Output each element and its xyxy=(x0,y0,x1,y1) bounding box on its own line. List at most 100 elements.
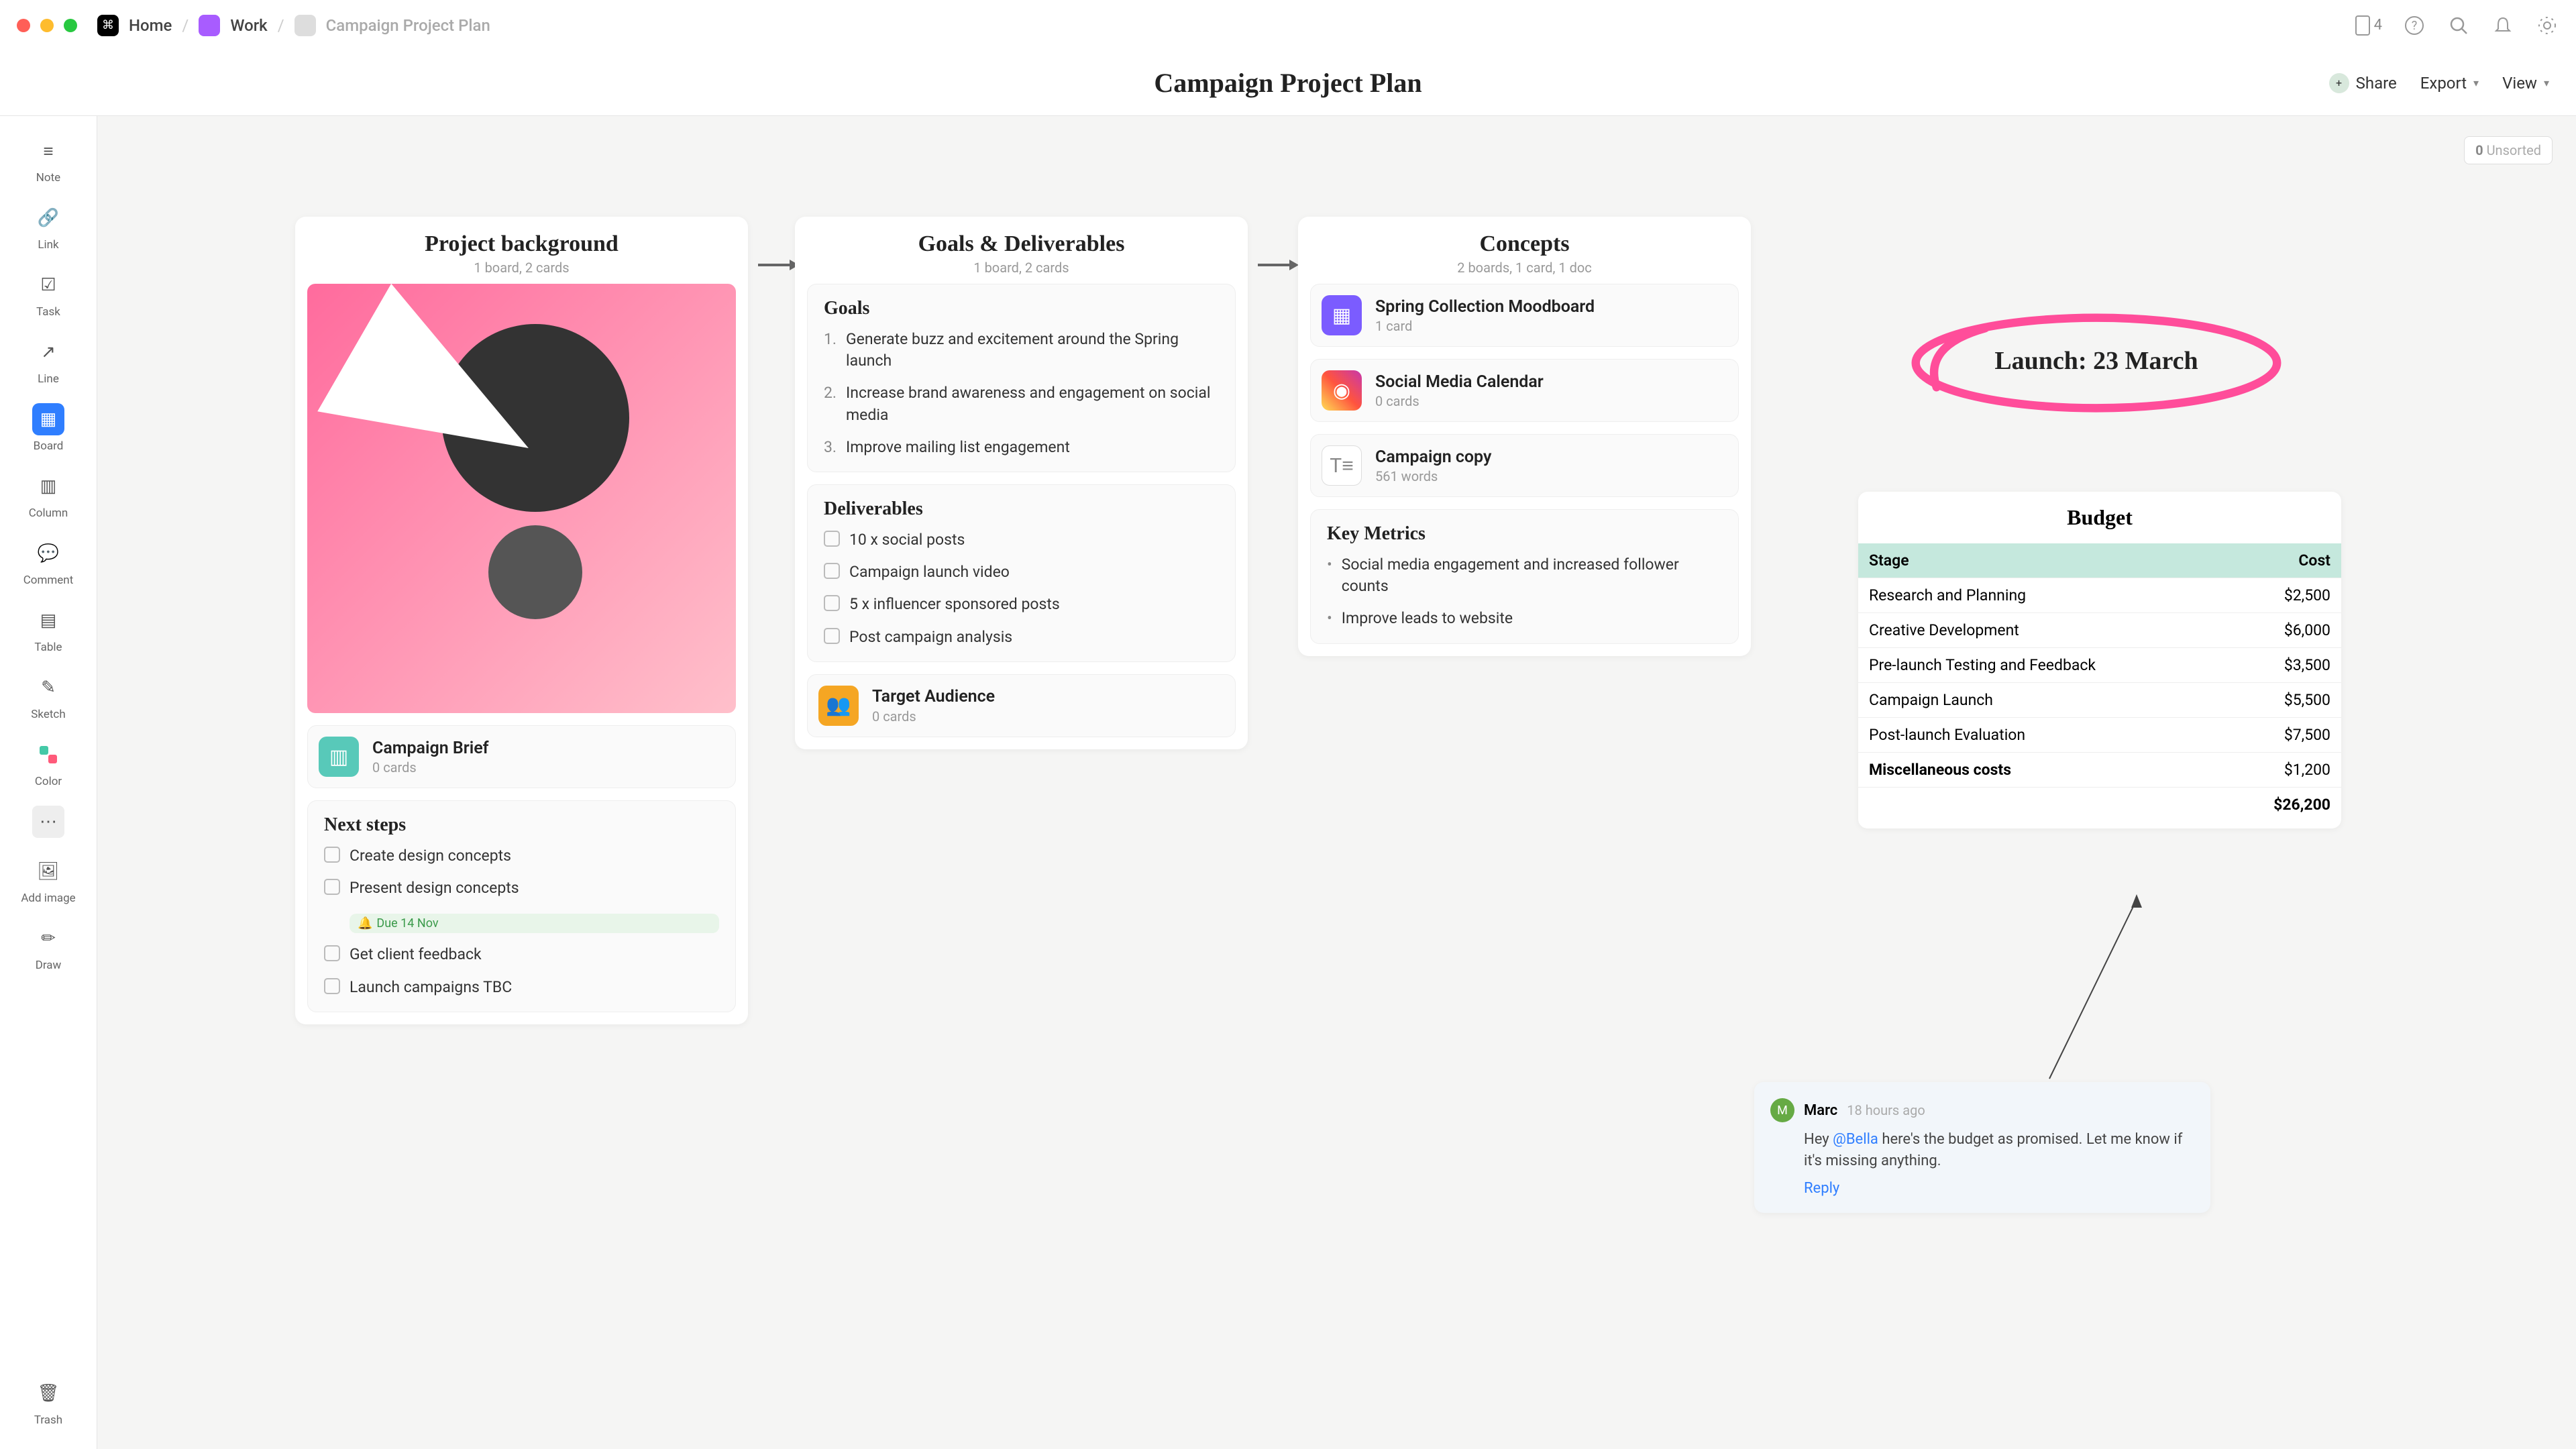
home-icon[interactable]: ⌘ xyxy=(97,15,119,36)
export-button[interactable]: Export▾ xyxy=(2420,74,2479,93)
checkbox-icon[interactable] xyxy=(824,531,840,547)
tool-board[interactable]: ▦Board xyxy=(18,398,78,458)
card-next-steps[interactable]: Next steps Create design concepts Presen… xyxy=(307,800,736,1012)
minimize-window[interactable] xyxy=(40,19,54,32)
task-item[interactable]: Campaign launch video xyxy=(824,561,1219,583)
task-item[interactable]: 5 x influencer sponsored posts xyxy=(824,594,1219,615)
checkbox-icon[interactable] xyxy=(324,847,340,863)
tool-column[interactable]: ▥Column xyxy=(18,465,78,525)
chevron-down-icon: ▾ xyxy=(2544,76,2549,89)
list-item: •Improve leads to website xyxy=(1327,608,1722,629)
table-row[interactable]: Creative Development$6,000 xyxy=(1858,613,2341,648)
search-icon[interactable] xyxy=(2447,13,2471,38)
help-icon[interactable]: ? xyxy=(2402,13,2426,38)
budget-card[interactable]: Budget StageCost Research and Planning$2… xyxy=(1858,492,2341,828)
task-item[interactable]: Post campaign analysis xyxy=(824,627,1219,648)
link-icon: 🔗 xyxy=(32,202,64,234)
image-icon: 🖼 xyxy=(32,855,64,888)
due-badge[interactable]: 🔔 Due 14 Nov xyxy=(350,914,719,933)
budget-title: Budget xyxy=(1858,492,2341,543)
table-row[interactable]: Post-launch Evaluation$7,500 xyxy=(1858,718,2341,753)
tool-note[interactable]: ≡Note xyxy=(18,129,78,190)
table-row[interactable]: Miscellaneous costs$1,200 xyxy=(1858,753,2341,788)
card-key-metrics[interactable]: Key Metrics •Social media engagement and… xyxy=(1310,509,1739,644)
gear-icon[interactable] xyxy=(2535,13,2559,38)
reply-button[interactable]: Reply xyxy=(1804,1180,1839,1197)
checkbox-icon[interactable] xyxy=(824,563,840,579)
table-row[interactable]: Pre-launch Testing and Feedback$3,500 xyxy=(1858,648,2341,683)
task-item[interactable]: Launch campaigns TBC xyxy=(324,977,719,998)
comment-icon: 💬 xyxy=(32,537,64,570)
board-project-background[interactable]: Project background 1 board, 2 cards ▥ Ca… xyxy=(295,217,748,1024)
checkbox-icon[interactable] xyxy=(324,879,340,895)
checkbox-icon[interactable] xyxy=(324,945,340,961)
launch-annotation[interactable]: Launch: 23 March xyxy=(1915,317,2277,405)
tool-task[interactable]: ☑Task xyxy=(18,264,78,324)
table-icon: ▤ xyxy=(32,604,64,637)
top-bar: ⌘ Home / Work / Campaign Project Plan 4 … xyxy=(0,0,2576,50)
checkbox-icon[interactable] xyxy=(324,978,340,994)
view-button[interactable]: View▾ xyxy=(2502,74,2549,93)
page-title[interactable]: Campaign Project Plan xyxy=(1154,67,1421,99)
card-goals[interactable]: Goals 1.Generate buzz and excitement aro… xyxy=(807,284,1236,472)
card-campaign-copy[interactable]: T≡ Campaign copy561 words xyxy=(1310,434,1739,497)
work-icon[interactable] xyxy=(199,15,220,36)
tool-comment[interactable]: 💬Comment xyxy=(18,532,78,592)
tool-line[interactable]: ↗Line xyxy=(18,331,78,391)
board-title: Project background xyxy=(309,231,735,257)
checkbox-icon[interactable] xyxy=(824,595,840,611)
board-title: Goals & Deliverables xyxy=(808,231,1234,257)
mention[interactable]: @Bella xyxy=(1833,1131,1878,1148)
board-title: Concepts xyxy=(1311,231,1737,257)
breadcrumb-doc[interactable]: Campaign Project Plan xyxy=(326,16,490,35)
breadcrumb-home[interactable]: Home xyxy=(129,16,172,35)
card-moodboard[interactable]: ▦ Spring Collection Moodboard1 card xyxy=(1310,284,1739,347)
bell-icon[interactable] xyxy=(2491,13,2515,38)
tool-link[interactable]: 🔗Link xyxy=(18,197,78,257)
maximize-window[interactable] xyxy=(64,19,77,32)
card-campaign-brief[interactable]: ▥ Campaign Brief0 cards xyxy=(307,725,736,788)
tool-color[interactable]: Color xyxy=(18,733,78,794)
chevron-down-icon: ▾ xyxy=(2473,76,2479,89)
task-item[interactable]: Create design concepts xyxy=(324,845,719,867)
task-item[interactable]: 10 x social posts xyxy=(824,529,1219,551)
canvas[interactable]: 0 Unsorted Project background 1 board, 2… xyxy=(97,116,2576,1449)
board-icon: ▦ xyxy=(32,403,64,435)
comment-card[interactable]: M Marc 18 hours ago Hey @Bella here's th… xyxy=(1754,1082,2210,1213)
task-item[interactable]: Present design concepts xyxy=(324,877,719,899)
audience-icon: 👥 xyxy=(818,686,859,726)
tool-table[interactable]: ▤Table xyxy=(18,599,78,659)
doc-icon[interactable] xyxy=(294,15,316,36)
color-icon xyxy=(32,739,64,771)
close-window[interactable] xyxy=(17,19,30,32)
checkbox-icon[interactable] xyxy=(824,628,840,644)
board-concepts[interactable]: Concepts 2 boards, 1 card, 1 doc ▦ Sprin… xyxy=(1298,217,1751,656)
board-goals-deliverables[interactable]: Goals & Deliverables 1 board, 2 cards Go… xyxy=(795,217,1248,749)
tool-sketch[interactable]: ✎Sketch xyxy=(18,666,78,727)
comment-time: 18 hours ago xyxy=(1847,1102,1925,1118)
board-sub: 2 boards, 1 card, 1 doc xyxy=(1311,260,1737,276)
unsorted-badge[interactable]: 0 Unsorted xyxy=(2464,136,2553,164)
table-row[interactable]: Research and Planning$2,500 xyxy=(1858,578,2341,613)
board-sub: 1 board, 2 cards xyxy=(309,260,735,276)
hero-image[interactable] xyxy=(307,284,736,713)
list-item: 1.Generate buzz and excitement around th… xyxy=(824,329,1219,372)
breadcrumb-work[interactable]: Work xyxy=(230,16,267,35)
breadcrumb-sep: / xyxy=(182,16,189,35)
device-badge[interactable]: 4 xyxy=(2355,15,2382,36)
card-social-calendar[interactable]: ◉ Social Media Calendar0 cards xyxy=(1310,359,1739,422)
share-button[interactable]: +Share xyxy=(2329,73,2397,93)
task-item[interactable]: Get client feedback xyxy=(324,944,719,965)
breadcrumb-sep: / xyxy=(278,16,284,35)
card-deliverables[interactable]: Deliverables 10 x social posts Campaign … xyxy=(807,484,1236,662)
brief-icon: ▥ xyxy=(319,737,359,777)
card-target-audience[interactable]: 👥 Target Audience0 cards xyxy=(807,674,1236,737)
avatar: M xyxy=(1770,1098,1794,1122)
tool-more[interactable]: ⋯ xyxy=(18,800,78,843)
tool-draw[interactable]: ✏Draw xyxy=(18,917,78,977)
task-icon: ☑ xyxy=(32,269,64,301)
table-row[interactable]: Campaign Launch$5,500 xyxy=(1858,683,2341,718)
arrow-to-budget-icon xyxy=(2043,894,2177,1082)
tool-trash[interactable]: 🗑Trash xyxy=(18,1372,78,1432)
tool-add-image[interactable]: 🖼Add image xyxy=(18,850,78,910)
